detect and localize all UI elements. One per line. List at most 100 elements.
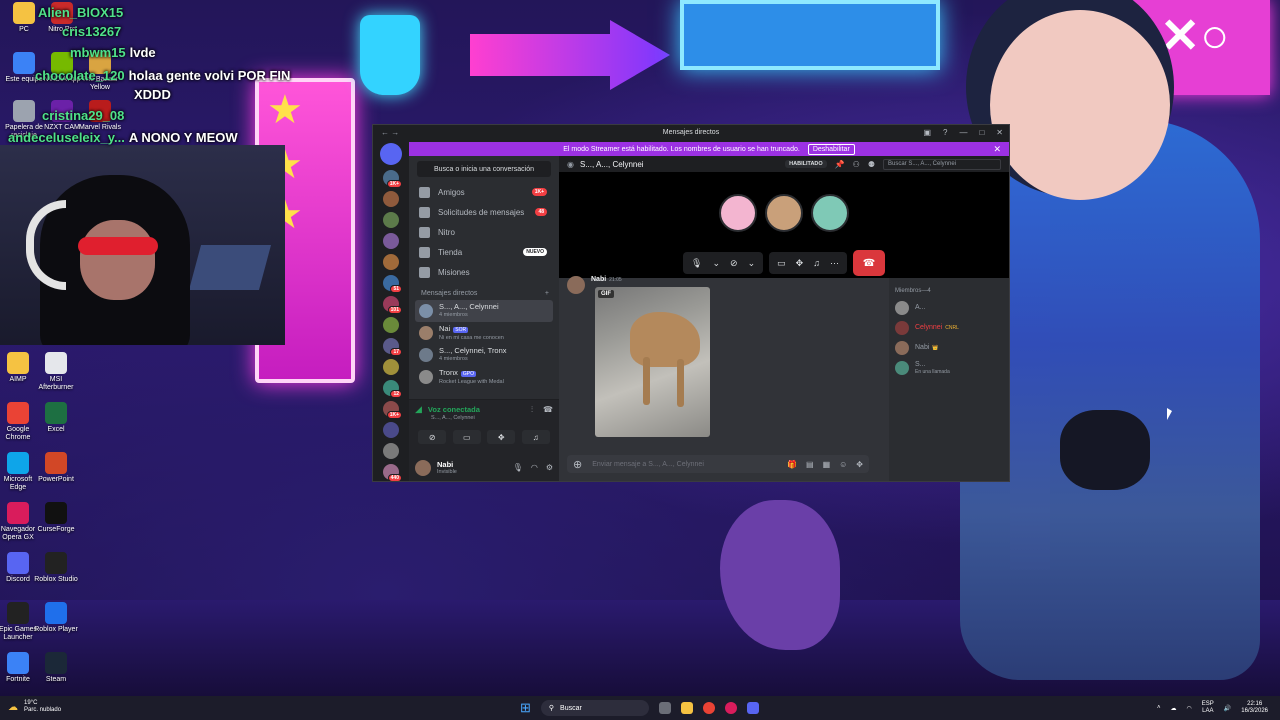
dm-conversation[interactable]: Nai SOR Ni en mi casa me conocen: [415, 322, 553, 344]
gif-icon[interactable]: ▤: [806, 460, 814, 469]
hang-up-button[interactable]: ☎: [852, 250, 885, 276]
gear-icon[interactable]: ⚙: [546, 463, 553, 472]
gif-attachment[interactable]: GIF: [595, 287, 710, 437]
server-icon[interactable]: [383, 233, 399, 249]
voice-status[interactable]: Voz conectada: [428, 405, 480, 414]
dm-search-input[interactable]: Busca o inicia una conversación: [417, 161, 551, 177]
server-icon[interactable]: [383, 443, 399, 459]
discord-window[interactable]: ← → Mensajes directos ▣ ? — □ ✕ 1K+ 51 101…: [372, 124, 1010, 482]
language-indicator[interactable]: ESP LAA: [1202, 701, 1214, 715]
avatar[interactable]: [415, 459, 431, 476]
pin-icon[interactable]: 📌: [835, 160, 845, 169]
back-forward-icon[interactable]: ← →: [381, 128, 399, 137]
desktop-shortcut[interactable]: MSI Afterburner: [34, 352, 78, 392]
server-icon[interactable]: [383, 359, 399, 375]
taskbar-search[interactable]: ⚲ Buscar: [540, 700, 649, 716]
desktop-shortcut[interactable]: Nitro Pro: [40, 2, 84, 34]
member-item[interactable]: Nabi 👑: [895, 338, 1003, 358]
call-participant-avatar[interactable]: [811, 194, 849, 232]
add-attachment-icon[interactable]: ⊕: [573, 458, 582, 471]
clock[interactable]: 22:16 16/3/2026: [1241, 701, 1268, 715]
desktop-shortcut[interactable]: PowerPoint: [34, 452, 78, 484]
desktop-shortcut[interactable]: Roblox Studio: [34, 552, 78, 584]
server-icon[interactable]: [383, 317, 399, 333]
server-icon[interactable]: 440: [383, 464, 402, 481]
opera-gx-icon[interactable]: [724, 702, 737, 714]
search-input[interactable]: Buscar S..., A..., Celynnei: [883, 158, 1001, 170]
desktop-shortcut[interactable]: Marvel Rivals: [78, 100, 122, 132]
server-icon[interactable]: 51: [383, 275, 402, 293]
more-icon[interactable]: ⋯: [830, 258, 839, 269]
call-participant-avatar[interactable]: [719, 194, 757, 232]
server-icon[interactable]: 12: [383, 380, 402, 398]
chevron-down-icon[interactable]: ⌄: [712, 258, 720, 269]
chevron-up-icon[interactable]: ˄: [1157, 705, 1161, 711]
headphones-icon[interactable]: ◠: [531, 463, 538, 472]
member-item[interactable]: A...: [895, 298, 1003, 318]
noise-suppression-icon[interactable]: ⫶: [531, 405, 533, 415]
apps-icon[interactable]: ✥: [856, 460, 863, 469]
gift-icon[interactable]: 🎁: [787, 460, 797, 469]
close-icon[interactable]: ✕: [996, 128, 1003, 137]
sticker-icon[interactable]: ▦: [823, 460, 831, 469]
screen-share-icon[interactable]: ▭: [777, 258, 786, 269]
activity-button[interactable]: ✥: [487, 430, 516, 444]
members-icon[interactable]: ⚉: [868, 160, 875, 169]
member-item[interactable]: S... En una llamada: [895, 358, 1003, 378]
call-participant-avatar[interactable]: [765, 194, 803, 232]
dm-conversation[interactable]: Tronx GPO Rocket League with Medal: [415, 366, 553, 388]
server-icon[interactable]: [383, 212, 399, 228]
disable-streamer-button[interactable]: Deshabilitar: [807, 143, 855, 155]
channel-name[interactable]: S..., A..., Celynnei: [580, 160, 644, 169]
screen-share-button[interactable]: ▭: [452, 430, 481, 444]
weather-icon[interactable]: ☁: [8, 702, 18, 713]
task-view-icon[interactable]: [658, 702, 671, 714]
desktop-shortcut[interactable]: Steam: [34, 652, 78, 684]
desktop-shortcut[interactable]: CurseForge: [34, 502, 78, 534]
avatar[interactable]: [567, 276, 585, 294]
new-dm-button[interactable]: +: [545, 290, 549, 297]
desktop-shortcut[interactable]: Excel: [34, 402, 78, 434]
minimize-icon[interactable]: —: [959, 128, 967, 137]
server-icon[interactable]: [383, 254, 399, 270]
dm-nav-quests[interactable]: Misiones: [415, 262, 553, 282]
camera-off-icon[interactable]: ⊘: [730, 258, 738, 269]
network-icon[interactable]: ☁: [1171, 705, 1177, 712]
weather-widget[interactable]: 19°C Parc. nublado: [24, 700, 61, 714]
server-icon[interactable]: [383, 422, 399, 438]
discord-titlebar[interactable]: ← → Mensajes directos ▣ ? — □ ✕: [373, 125, 1009, 140]
emoji-icon[interactable]: ☺: [839, 460, 847, 469]
help-icon[interactable]: ?: [943, 128, 947, 137]
server-icon[interactable]: [383, 191, 399, 207]
volume-icon[interactable]: 🔊: [1224, 705, 1231, 712]
inbox-icon[interactable]: ▣: [923, 128, 931, 137]
dm-conversation[interactable]: S..., Celynnei, Tronx 4 miembros: [415, 344, 553, 366]
call-tools[interactable]: ▭ ✥ ♫ ⋯: [769, 252, 847, 274]
activity-icon[interactable]: ✥: [796, 258, 804, 269]
microphone-icon[interactable]: 🎙: [513, 463, 523, 472]
mic-controls[interactable]: 🎙 ⌄ ⊘ ⌄: [683, 252, 764, 274]
desktop-shortcut[interactable]: The Bazaar Yellow: [78, 52, 122, 92]
dm-nav-shop[interactable]: Tienda NUEVO: [415, 242, 553, 262]
dm-nav-nitro[interactable]: Nitro: [415, 222, 553, 242]
message-input[interactable]: ⊕ Enviar mensaje a S..., A..., Celynnei …: [567, 455, 869, 473]
chevron-down-icon[interactable]: ⌄: [748, 258, 756, 269]
wifi-icon[interactable]: ◠: [1187, 705, 1192, 712]
add-friend-icon[interactable]: ⚇: [853, 160, 860, 169]
dm-conversation[interactable]: S..., A..., Celynnei 4 miembros: [415, 300, 553, 322]
disconnect-icon[interactable]: ☎: [543, 405, 553, 415]
server-icon[interactable]: 17: [383, 338, 402, 356]
server-icon[interactable]: 1K+: [383, 401, 402, 419]
chrome-icon[interactable]: [702, 702, 715, 714]
server-icon[interactable]: 1K+: [383, 170, 402, 188]
soundboard-button[interactable]: ♫: [521, 430, 550, 444]
server-icon[interactable]: 101: [383, 296, 402, 314]
discord-icon[interactable]: [746, 702, 759, 714]
windows-start-icon[interactable]: ⊞: [520, 700, 531, 716]
file-explorer-icon[interactable]: [680, 702, 693, 714]
microphone-icon[interactable]: 🎙: [691, 258, 702, 269]
maximize-icon[interactable]: □: [979, 128, 984, 137]
discord-home-icon[interactable]: [380, 143, 402, 165]
member-item[interactable]: Celynnei CNRL: [895, 318, 1003, 338]
camera-button[interactable]: ⊘: [418, 430, 447, 444]
